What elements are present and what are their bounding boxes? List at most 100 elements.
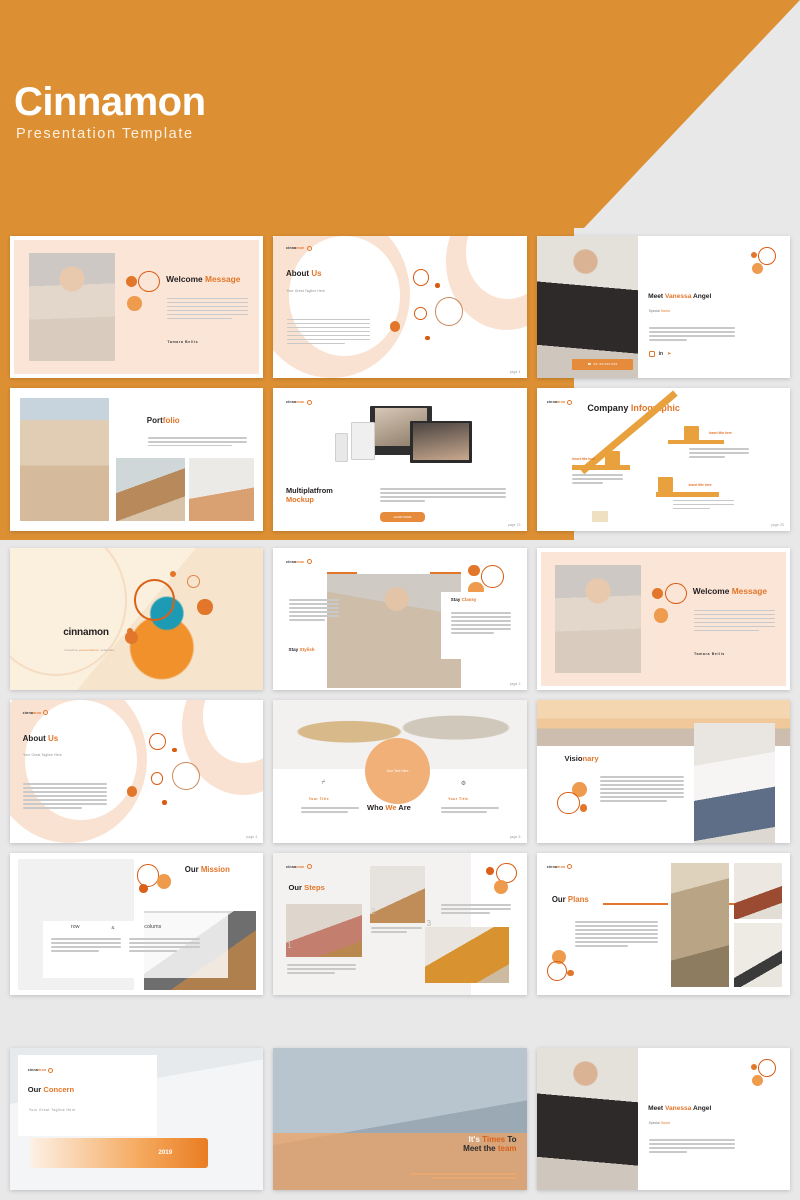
phone-badge[interactable]: ☎ XX. XX.XXX.XXX bbox=[572, 358, 633, 370]
slide-heading: Who We Are bbox=[367, 803, 411, 813]
decor-ring-1 bbox=[149, 733, 166, 751]
social-links[interactable]: in ➤ bbox=[648, 351, 671, 358]
decor-dot-2 bbox=[493, 880, 508, 895]
slide-heading: About Us bbox=[22, 733, 59, 743]
decor-line-1 bbox=[602, 902, 669, 905]
slide-portfolio[interactable]: Portfolio bbox=[10, 388, 264, 531]
slide-meet-vanessa-angel-2[interactable]: Meet Vanessa Angel Special Guest bbox=[536, 1048, 790, 1191]
page-number: page 13 bbox=[507, 522, 521, 527]
decor-ring bbox=[556, 791, 580, 815]
decor-dot-large bbox=[126, 296, 142, 312]
photo-step-two bbox=[369, 865, 426, 923]
slide-about-us[interactable]: cinnamon About Us Your Great Tagline Her… bbox=[273, 236, 527, 379]
learn-more-button[interactable]: LEARN MORE bbox=[379, 512, 426, 522]
decor-dot-2 bbox=[579, 804, 588, 813]
slide-tagline: Your Great Tagline Here bbox=[23, 753, 62, 758]
slide-our-mission[interactable]: Our Mission row & colums bbox=[10, 852, 264, 996]
photo-camera bbox=[734, 862, 783, 919]
slide-stay-stylish-classy[interactable]: cinnamon Stay Classy Stay Stylish page 2 bbox=[273, 548, 527, 691]
decor-dot-1 bbox=[172, 747, 177, 753]
decor-dot-large bbox=[751, 1075, 763, 1086]
left-item-body bbox=[301, 807, 360, 813]
infographic-item-body bbox=[688, 448, 750, 458]
slide-body-text bbox=[693, 609, 775, 632]
infographic-bar-1 bbox=[572, 465, 631, 470]
pencil-tip bbox=[592, 511, 608, 523]
decor-dot-small bbox=[750, 251, 758, 259]
brand-logo: cinnamon bbox=[28, 1067, 54, 1073]
slide-heading: Meet Vanessa Angel bbox=[648, 293, 712, 301]
slide-heading: About Us bbox=[285, 269, 322, 279]
decor-ring bbox=[137, 270, 160, 293]
instagram-icon[interactable] bbox=[648, 351, 655, 358]
slide-body-text bbox=[599, 776, 684, 802]
decor-ring bbox=[546, 961, 568, 982]
slide-heading: Our Plans bbox=[551, 894, 589, 904]
author-name: Tamara Bellis bbox=[693, 651, 725, 656]
brand-logo: cinnamon bbox=[286, 399, 312, 405]
slide-band-three: cinnamon Our Concern Your Great Tagline … bbox=[0, 1040, 800, 1200]
infographic-bar-2 bbox=[655, 492, 720, 497]
phone-icon: ☎ bbox=[587, 362, 592, 367]
decor-ring bbox=[758, 247, 777, 266]
decor-ring bbox=[758, 1059, 777, 1078]
photo-woman-white-shirt bbox=[693, 723, 775, 843]
photo-interior-chair bbox=[188, 458, 255, 521]
center-circle-text: Your Text Here bbox=[364, 737, 431, 805]
photo-vanessa bbox=[536, 1048, 638, 1191]
left-body-text bbox=[288, 599, 340, 621]
slide-multiplatfrom-mockup[interactable]: cinnamon Multiplatfrom Mockup LEARN MORE … bbox=[273, 388, 527, 531]
right-item-title: Your Title bbox=[448, 797, 469, 802]
photo-woman-welcome bbox=[28, 253, 115, 362]
column-two-body bbox=[129, 938, 200, 952]
linkedin-icon[interactable]: in bbox=[659, 351, 663, 357]
slide-our-plans[interactable]: cinnamon Our Plans bbox=[536, 852, 790, 996]
decor-dot-2 bbox=[139, 884, 148, 893]
column-one-body bbox=[50, 938, 122, 952]
slide-who-we-are[interactable]: Your Text Here ⌿ ⚙ Your Title Your Title… bbox=[273, 700, 527, 843]
column-two-title: colums bbox=[144, 924, 162, 931]
decor-dot-large bbox=[751, 263, 763, 274]
decor-dot-3 bbox=[425, 335, 430, 341]
cover-title: cinnamon bbox=[63, 626, 109, 638]
slide-meet-the-team[interactable]: It's Times To Meet the team bbox=[273, 1048, 527, 1191]
slide-heading: Our Concern bbox=[27, 1085, 75, 1095]
slide-about-us-2[interactable]: cinnamon About Us Your Great Tagline Her… bbox=[10, 700, 264, 843]
twitter-icon[interactable]: ➤ bbox=[667, 351, 671, 357]
decor-ring-2 bbox=[150, 771, 164, 785]
slide-our-concern[interactable]: cinnamon Our Concern Your Great Tagline … bbox=[10, 1048, 264, 1191]
step-body bbox=[370, 927, 422, 933]
slide-body-text bbox=[379, 488, 507, 502]
slide-heading: Welcome Message bbox=[692, 585, 768, 596]
slide-welcome-message-2[interactable]: Welcome Message Tamara Bellis bbox=[536, 548, 790, 691]
year-badge[interactable]: 2019 bbox=[30, 1137, 208, 1168]
slide-heading: Multiplatfrom Mockup bbox=[285, 485, 333, 504]
infographic-item-body bbox=[673, 499, 735, 510]
photo-vanessa bbox=[536, 236, 638, 379]
slide-visionary[interactable]: Visionary bbox=[536, 700, 790, 843]
photo-desert bbox=[20, 398, 109, 521]
cover-title-dot bbox=[125, 631, 138, 645]
decor-line-right bbox=[430, 572, 461, 574]
right-body-text bbox=[450, 612, 512, 634]
photo-device-mockups bbox=[329, 404, 476, 473]
photo-step-one bbox=[285, 904, 362, 957]
slide-meet-vanessa-angel[interactable]: Meet Vanessa Angel Special Guest in ➤ ☎ … bbox=[536, 236, 790, 379]
author-name: Tamara Bellis bbox=[167, 339, 199, 344]
page-number: page 25 bbox=[771, 522, 784, 527]
photo-step-three bbox=[425, 927, 509, 983]
page-title: Cinnamon bbox=[14, 80, 206, 124]
slide-cover-cinnamon[interactable]: cinnamon Creative presentation template bbox=[10, 548, 264, 691]
chart-icon bbox=[605, 451, 621, 467]
slide-welcome-message[interactable]: Welcome Message Tamara Bellis bbox=[10, 236, 264, 379]
decor-dot-2 bbox=[567, 969, 574, 977]
slide-tagline: Your Great Tagline Here bbox=[28, 1107, 76, 1112]
brand-logo: cinnamon bbox=[547, 399, 573, 405]
slide-tagline: Your Great Tagline Here bbox=[286, 288, 326, 293]
slide-company-infographic[interactable]: cinnamon Company Infographic Insert titl… bbox=[536, 388, 790, 531]
slide-our-steps[interactable]: cinnamon Our Steps 1 2 3 bbox=[273, 852, 527, 996]
photo-tower bbox=[670, 862, 730, 987]
photo-woman-welcome bbox=[555, 565, 642, 674]
decor-dot-small bbox=[125, 276, 137, 288]
slide-body-text bbox=[648, 327, 735, 341]
